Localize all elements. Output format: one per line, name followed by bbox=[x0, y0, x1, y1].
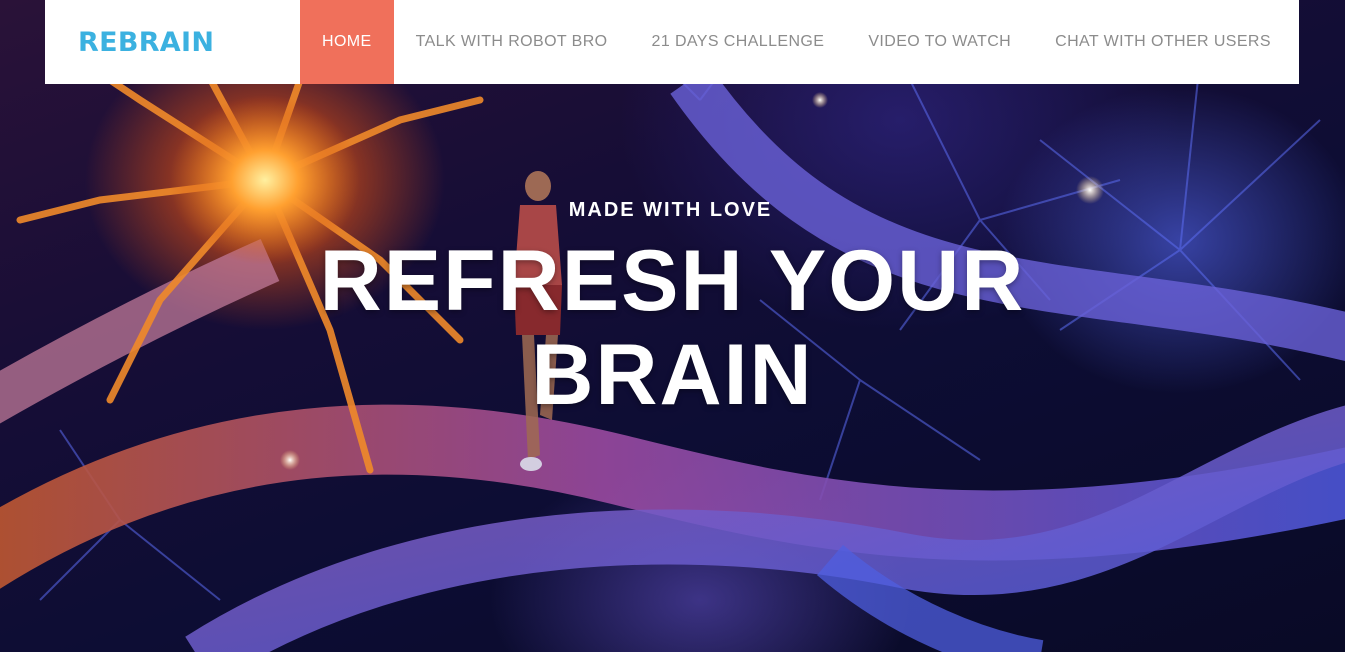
hero-kicker-text: MADE WITH LOVE bbox=[568, 199, 773, 221]
top-navbar: REBRAIN HOME TALK WITH ROBOT BRO 21 DAYS… bbox=[45, 0, 1299, 84]
nav-item-chat-with-other-users[interactable]: CHAT WITH OTHER USERS bbox=[1033, 0, 1293, 84]
nav-item-video-to-watch[interactable]: VIDEO TO WATCH bbox=[846, 0, 1033, 84]
nav-item-talk-with-robot-bro[interactable]: TALK WITH ROBOT BRO bbox=[394, 0, 630, 84]
brand-logo[interactable]: REBRAIN bbox=[45, 0, 300, 84]
main-nav: HOME TALK WITH ROBOT BRO 21 DAYS CHALLEN… bbox=[300, 0, 1293, 84]
nav-item-21-days-challenge[interactable]: 21 DAYS CHALLENGE bbox=[630, 0, 847, 84]
hero-kicker: MADE WITH LOVE bbox=[0, 199, 1345, 222]
hero-headline-line2: BRAIN bbox=[531, 327, 814, 423]
hero-headline: REFRESH YOUR BRAIN bbox=[0, 234, 1345, 422]
nav-item-home[interactable]: HOME bbox=[300, 0, 394, 84]
hero-headline-line1: REFRESH YOUR bbox=[319, 233, 1026, 329]
